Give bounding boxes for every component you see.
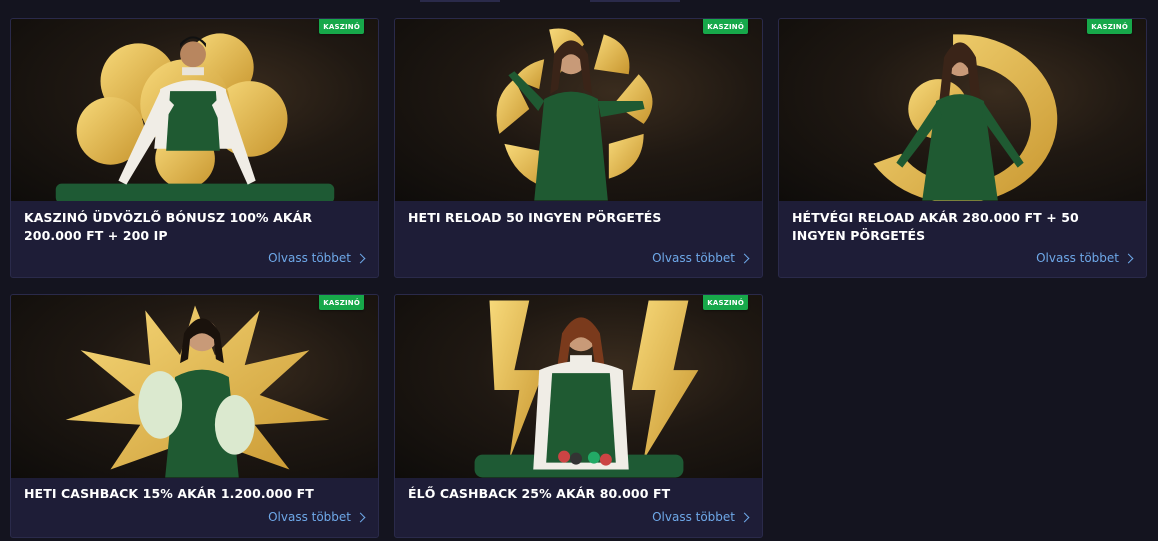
promotions-grid: KASZINÓ KASZINÓ ÜDVÖZLŐ BÓNUSZ 100% AKÁR…	[10, 18, 1147, 538]
read-more-link[interactable]: Olvass többet	[652, 510, 750, 524]
read-more-label: Olvass többet	[1036, 251, 1119, 265]
read-more-label: Olvass többet	[652, 251, 735, 265]
casino-badge: KASZINÓ	[703, 295, 748, 310]
read-more-link[interactable]: Olvass többet	[652, 251, 750, 265]
promo-title: HETI CASHBACK 15% AKÁR 1.200.000 FT	[24, 486, 314, 501]
chevron-right-icon	[739, 253, 750, 264]
lightning-icon	[474, 300, 699, 478]
number-nine-icon	[873, 34, 1058, 201]
promo-title: HÉTVÉGI RELOAD AKÁR 280.000 FT + 50 INGY…	[792, 210, 1079, 243]
casino-badge: KASZINÓ	[319, 295, 364, 310]
promo-card[interactable]: KASZINÓ KASZINÓ ÜDVÖZLŐ BÓNUSZ 100% AKÁR…	[10, 18, 379, 278]
chevron-right-icon	[355, 512, 366, 523]
read-more-label: Olvass többet	[268, 251, 351, 265]
chevron-right-icon	[355, 253, 366, 264]
promo-title: ÉLŐ CASHBACK 25% AKÁR 80.000 FT	[408, 486, 671, 501]
starburst-icon	[65, 305, 330, 478]
spiral-icon	[496, 28, 653, 201]
promo-image: KASZINÓ	[11, 295, 378, 478]
promo-title: HETI RELOAD 50 INGYEN PÖRGETÉS	[408, 210, 662, 225]
read-more-link[interactable]: Olvass többet	[268, 251, 366, 265]
read-more-label: Olvass többet	[268, 510, 351, 524]
promo-card[interactable]: KASZINÓ HETI RELOAD 50 INGYEN PÖRGETÉS O…	[394, 18, 763, 278]
casino-badge: KASZINÓ	[319, 19, 364, 34]
casino-badge: KASZINÓ	[703, 19, 748, 34]
promo-image: KASZINÓ	[11, 19, 378, 201]
promo-card[interactable]: KASZINÓ HÉTVÉGI RELOAD AKÁR 280.000 FT +…	[778, 18, 1147, 278]
promo-title: KASZINÓ ÜDVÖZLŐ BÓNUSZ 100% AKÁR 200.000…	[24, 210, 313, 243]
promo-image: KASZINÓ	[395, 295, 762, 478]
clover-icon	[55, 33, 335, 201]
promo-card[interactable]: KASZINÓ ÉLŐ CASHBACK 25% AKÁR 80.000 FT …	[394, 294, 763, 538]
read-more-label: Olvass többet	[652, 510, 735, 524]
chevron-right-icon	[739, 512, 750, 523]
promo-card[interactable]: KASZINÓ HETI CASHBACK 15% AKÁR 1.200.000…	[10, 294, 379, 538]
read-more-link[interactable]: Olvass többet	[1036, 251, 1134, 265]
top-divider	[420, 0, 500, 2]
read-more-link[interactable]: Olvass többet	[268, 510, 366, 524]
casino-badge: KASZINÓ	[1087, 19, 1132, 34]
chevron-right-icon	[1123, 253, 1134, 264]
top-divider	[590, 0, 680, 2]
promo-image: KASZINÓ	[779, 19, 1146, 201]
promo-image: KASZINÓ	[395, 19, 762, 201]
